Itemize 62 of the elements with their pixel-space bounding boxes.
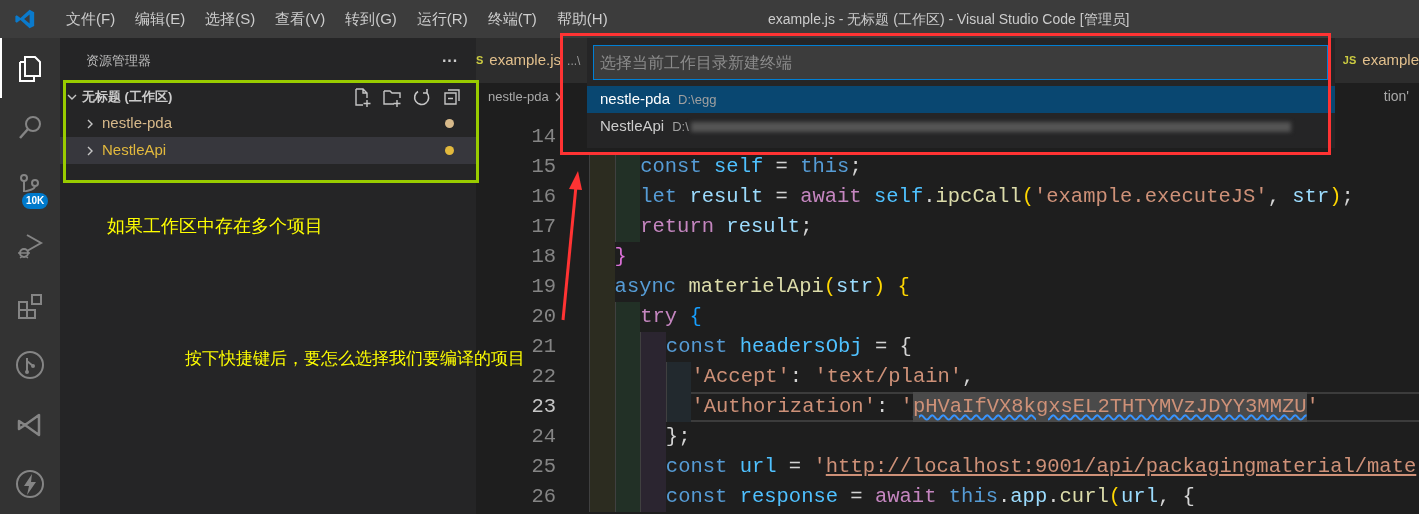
line-number: 24 bbox=[531, 423, 556, 450]
code-line: const self = this; bbox=[589, 152, 1419, 182]
menu-item[interactable]: 帮助(H) bbox=[546, 7, 618, 31]
count-badge: 10K bbox=[22, 193, 49, 209]
js-file-icon: JS bbox=[1342, 52, 1357, 69]
item-description: D:\ bbox=[672, 117, 689, 136]
annotation-text: 按下快捷键后，要怎么选择我们要编译的项目 bbox=[185, 348, 525, 370]
quick-pick-item[interactable]: nestle-pda D:\egg bbox=[587, 86, 1335, 113]
code-line: } bbox=[589, 242, 1419, 272]
line-number: 23 bbox=[531, 393, 556, 420]
code-line: try { bbox=[589, 302, 1419, 332]
editor-tab[interactable]: JS example bbox=[1332, 38, 1419, 83]
line-number: 14 bbox=[531, 123, 556, 150]
line-number: 16 bbox=[531, 183, 556, 210]
tree-item[interactable]: NestleApi bbox=[60, 137, 476, 164]
item-description: D:\egg bbox=[678, 90, 717, 109]
workspace-title[interactable]: 无标题 (工作区) bbox=[82, 86, 342, 107]
menu-item[interactable]: 选择(S) bbox=[195, 7, 266, 31]
menu-item[interactable]: 终端(T) bbox=[477, 7, 547, 31]
collapse-all-icon[interactable] bbox=[442, 86, 462, 107]
annotation-text: 如果工作区中存在多个项目 bbox=[107, 215, 323, 238]
window-title: example.js - 无标题 (工作区) - Visual Studio Code [管理员] bbox=[768, 9, 1130, 29]
breadcrumb-item[interactable]: nestle-pda bbox=[488, 86, 549, 107]
line-number: 25 bbox=[531, 453, 556, 480]
quick-pick-item[interactable]: NestleApi D:\ bbox=[587, 113, 1335, 140]
line-number: 22 bbox=[531, 363, 556, 390]
breadcrumb-item[interactable]: tion' bbox=[1383, 86, 1409, 107]
menu-item[interactable]: 运行(R) bbox=[406, 7, 478, 31]
git-graph-icon[interactable] bbox=[15, 350, 45, 381]
more-actions-button[interactable]: ··· bbox=[442, 48, 458, 73]
line-number: 15 bbox=[531, 153, 556, 180]
new-file-icon[interactable] bbox=[352, 86, 372, 107]
vscode-logo-icon[interactable] bbox=[14, 8, 36, 30]
input-field[interactable]: 选择当前工作目录新建终端 bbox=[593, 45, 1328, 80]
code-line: }; bbox=[589, 422, 1419, 452]
menu-item[interactable]: 文件(F) bbox=[56, 7, 126, 31]
line-number: 26 bbox=[531, 483, 556, 510]
code-line: const headersObj = { bbox=[589, 332, 1419, 362]
code-line: let result = await self.ipcCall('example.executeJS', str); bbox=[589, 182, 1419, 212]
code-line: const url = 'http://localhost:9001/api/packagingmaterial/mate bbox=[589, 452, 1419, 482]
code-line: 'Accept': 'text/plain', bbox=[589, 362, 1419, 392]
code-line: 'Authorization': 'pHVaIfVX8kgxsEL2THTYMVzJDYY3MMZU' bbox=[589, 392, 1419, 422]
code-line: async materielApi(str) { bbox=[589, 272, 1419, 302]
folder-label: nestle-pda bbox=[102, 113, 174, 134]
line-number: 20 bbox=[531, 303, 556, 330]
refresh-icon[interactable] bbox=[412, 86, 432, 107]
tab-description: ...\ bbox=[567, 52, 581, 70]
line-number: 21 bbox=[531, 333, 556, 360]
tree-item[interactable]: nestle-pda bbox=[60, 110, 476, 137]
line-number: 17 bbox=[531, 213, 556, 240]
folder-label: NestleApi bbox=[102, 140, 168, 161]
lightning-icon[interactable] bbox=[15, 469, 45, 500]
line-number: 19 bbox=[531, 273, 556, 300]
menu-item[interactable]: 查看(V) bbox=[265, 7, 336, 31]
run-debug-icon[interactable] bbox=[15, 231, 45, 262]
code-line: return result; bbox=[589, 212, 1419, 242]
sidebar-title: 资源管理器 bbox=[86, 51, 151, 70]
code-line: const response = await this.app.curl(url, { bbox=[589, 482, 1419, 512]
line-number: 18 bbox=[531, 243, 556, 270]
menu-item[interactable]: 编辑(E) bbox=[125, 7, 196, 31]
menu-item[interactable]: 转到(G) bbox=[335, 7, 407, 31]
js-file-icon: S bbox=[476, 52, 484, 69]
